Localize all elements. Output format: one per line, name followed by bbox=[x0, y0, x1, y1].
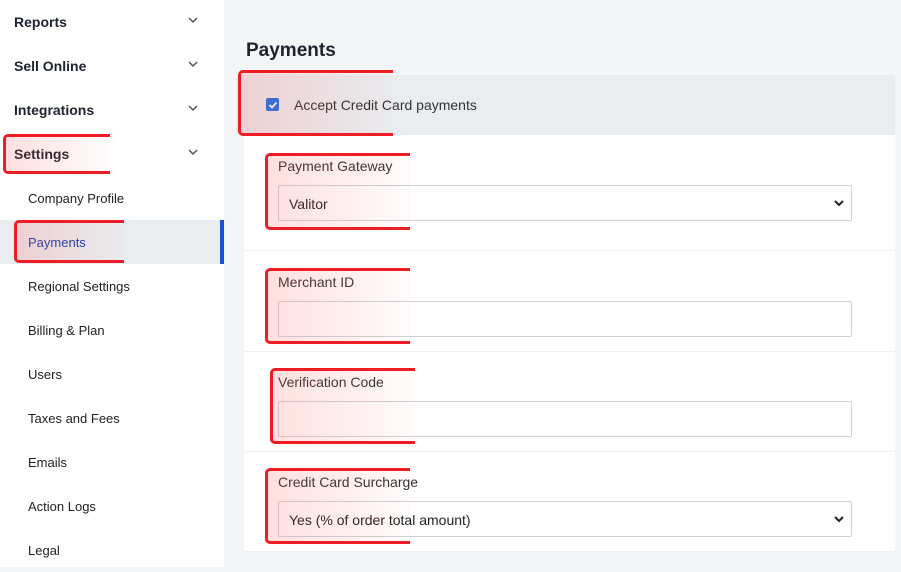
sidebar-item-users[interactable]: Users bbox=[0, 352, 224, 396]
payment-gateway-value: Valitor bbox=[289, 196, 328, 212]
nav-group-sell-online[interactable]: Sell Online bbox=[0, 44, 224, 88]
check-icon bbox=[268, 101, 277, 109]
payment-gateway-select[interactable]: Valitor bbox=[278, 185, 852, 221]
sidebar-item-label: Taxes and Fees bbox=[28, 410, 120, 426]
sidebar: Reports Sell Online Integrations Setting… bbox=[0, 0, 224, 567]
nav-group-label: Reports bbox=[14, 14, 67, 30]
chevron-down-icon bbox=[188, 61, 198, 68]
sidebar-item-legal[interactable]: Legal bbox=[0, 528, 224, 572]
chevron-down-icon bbox=[188, 17, 198, 24]
nav-group-label: Settings bbox=[14, 146, 70, 162]
sidebar-item-label: Billing & Plan bbox=[28, 322, 105, 338]
sidebar-item-label: Company Profile bbox=[28, 190, 125, 206]
nav-group-label: Integrations bbox=[14, 102, 95, 118]
accept-credit-card-label: Accept Credit Card payments bbox=[294, 97, 477, 113]
surcharge-value: Yes (% of order total amount) bbox=[289, 512, 471, 528]
sidebar-item-label: Users bbox=[28, 366, 62, 382]
verification-code-input[interactable] bbox=[278, 401, 852, 437]
nav-group-reports[interactable]: Reports bbox=[0, 0, 224, 44]
chevron-down-icon bbox=[834, 200, 844, 207]
sidebar-item-emails[interactable]: Emails bbox=[0, 440, 224, 484]
chevron-down-icon bbox=[188, 149, 198, 156]
accept-credit-card-row[interactable]: Accept Credit Card payments bbox=[236, 75, 895, 135]
sidebar-item-regional-settings[interactable]: Regional Settings bbox=[0, 264, 224, 308]
nav-group-integrations[interactable]: Integrations bbox=[0, 88, 224, 132]
sidebar-item-action-logs[interactable]: Action Logs bbox=[0, 484, 224, 528]
sidebar-item-label: Payments bbox=[28, 234, 86, 250]
sidebar-item-taxes-fees[interactable]: Taxes and Fees bbox=[0, 396, 224, 440]
chevron-down-icon bbox=[188, 105, 198, 112]
chevron-down-icon bbox=[834, 516, 844, 523]
sidebar-item-label: Emails bbox=[28, 454, 68, 470]
verification-code-label: Verification Code bbox=[278, 374, 384, 390]
accept-credit-card-checkbox[interactable] bbox=[266, 98, 279, 111]
nav-group-settings[interactable]: Settings bbox=[0, 132, 224, 176]
merchant-id-input[interactable] bbox=[278, 301, 852, 337]
page-title: Payments bbox=[246, 40, 336, 61]
main-content: Payments Accept Credit Card payments Pay… bbox=[224, 0, 901, 567]
merchant-id-label: Merchant ID bbox=[278, 274, 355, 290]
sidebar-item-payments[interactable]: Payments bbox=[0, 220, 224, 264]
merchant-id-panel: Merchant ID bbox=[244, 251, 895, 351]
sidebar-item-company-profile[interactable]: Company Profile bbox=[0, 176, 224, 220]
divider bbox=[244, 551, 895, 552]
sidebar-item-label: Action Logs bbox=[28, 498, 96, 514]
sidebar-item-billing-plan[interactable]: Billing & Plan bbox=[0, 308, 224, 352]
sidebar-item-label: Regional Settings bbox=[28, 278, 130, 294]
nav-group-label: Sell Online bbox=[14, 58, 87, 74]
verification-code-panel: Verification Code bbox=[244, 352, 895, 451]
payment-gateway-panel: Payment Gateway Valitor bbox=[244, 135, 895, 250]
surcharge-label: Credit Card Surcharge bbox=[278, 474, 419, 490]
payment-gateway-label: Payment Gateway bbox=[278, 158, 393, 174]
surcharge-select[interactable]: Yes (% of order total amount) bbox=[278, 501, 852, 537]
sidebar-item-label: Legal bbox=[28, 542, 60, 558]
surcharge-panel: Credit Card Surcharge Yes (% of order to… bbox=[244, 452, 895, 551]
